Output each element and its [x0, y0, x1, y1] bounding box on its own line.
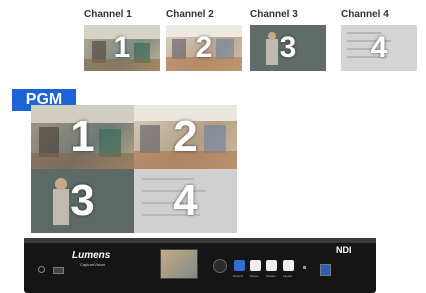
usb-front-port-icon: [320, 264, 331, 276]
pgm-quad-4: 4: [134, 169, 237, 233]
channel-2-number: 2: [195, 31, 213, 64]
pgm-quad-1: 1: [31, 105, 134, 169]
power-icon[interactable]: [38, 266, 45, 273]
layout-button-label: Layout: [283, 274, 293, 278]
channel-1-label: Channel 1: [84, 9, 132, 20]
device-top-edge: [24, 238, 376, 243]
pause-button[interactable]: [250, 260, 261, 271]
channel-4-label: Channel 4: [341, 9, 389, 20]
usb-port-icon: [53, 267, 64, 274]
channel-4-number: 4: [370, 31, 388, 64]
channel-1-thumbnail[interactable]: 1: [84, 25, 160, 71]
channel-2-thumbnail[interactable]: 2: [166, 25, 242, 71]
pgm-quad-3-number: 3: [70, 176, 95, 225]
channel-4-thumbnail[interactable]: 4: [341, 25, 417, 71]
pgm-quad-3: 3: [31, 169, 134, 233]
channel-3-label: Channel 3: [250, 9, 298, 20]
indicator-led: [303, 266, 306, 269]
channel-1-number: 1: [113, 31, 131, 64]
record-button-label: Record: [233, 274, 243, 278]
channel-3-number: 3: [279, 31, 297, 64]
record-button[interactable]: [234, 260, 245, 271]
layout-button[interactable]: [283, 260, 294, 271]
device-preview-screen: [160, 249, 198, 279]
brand-logo: Lumens: [72, 250, 111, 261]
channel-3-thumbnail[interactable]: 3: [250, 25, 326, 71]
model-name: CaptureVision: [80, 262, 106, 267]
pgm-quad-1-number: 1: [70, 112, 95, 161]
ndi-logo: NDI: [336, 245, 352, 255]
pgm-quad-2: 2: [134, 105, 237, 169]
stream-button-label: Stream: [266, 274, 276, 278]
pause-button-label: Pause: [250, 274, 259, 278]
pgm-quad-4-number: 4: [173, 176, 198, 225]
stream-button[interactable]: [266, 260, 277, 271]
channel-2-label: Channel 2: [166, 9, 214, 20]
pgm-quad-2-number: 2: [173, 112, 198, 161]
jog-dial[interactable]: [213, 259, 227, 273]
